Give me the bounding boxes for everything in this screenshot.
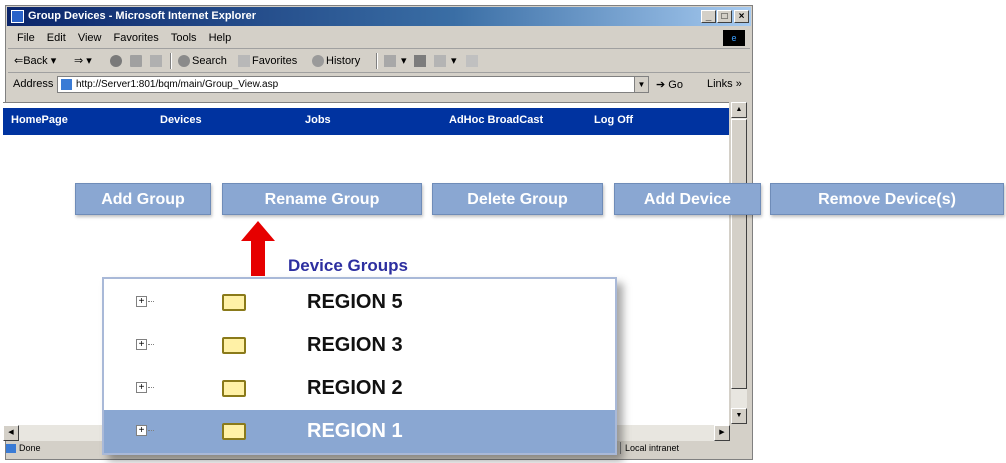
window-title: Group Devices - Microsoft Internet Explo…	[28, 10, 256, 22]
favorites-icon	[238, 55, 250, 68]
menu-bar: File Edit View Favorites Tools Help e	[8, 28, 750, 49]
history-icon	[312, 55, 324, 68]
history-button[interactable]: History	[312, 53, 360, 69]
back-button[interactable]: ⇐Back ▾	[14, 53, 56, 69]
minimize-button[interactable]: _	[701, 10, 716, 23]
add-group-button[interactable]: Add Group	[75, 183, 211, 215]
print-button[interactable]	[414, 53, 428, 69]
refresh-button[interactable]	[130, 53, 144, 69]
nav-jobs[interactable]: Jobs	[305, 114, 331, 126]
address-url: http://Server1:801/bqm/main/Group_View.a…	[76, 79, 279, 90]
scroll-up-icon[interactable]: ▲	[731, 102, 747, 118]
menu-favorites[interactable]: Favorites	[114, 28, 159, 48]
folder-icon	[222, 423, 246, 440]
menu-edit[interactable]: Edit	[47, 28, 66, 48]
tree-item-label: REGION 3	[307, 334, 403, 356]
back-arrow-icon: ⇐	[14, 55, 24, 67]
menu-file[interactable]: File	[17, 28, 35, 48]
delete-group-button[interactable]: Delete Group	[432, 183, 603, 215]
tree-connector	[148, 430, 154, 431]
home-icon	[150, 55, 162, 68]
scroll-left-icon[interactable]: ◀	[3, 425, 19, 441]
menu-view[interactable]: View	[78, 28, 102, 48]
address-label: Address	[13, 78, 54, 90]
search-icon	[178, 55, 190, 68]
refresh-icon	[130, 55, 142, 68]
tree-item[interactable]: + REGION 5	[104, 281, 615, 324]
forward-arrow-icon: ⇒	[74, 55, 84, 67]
menu-help[interactable]: Help	[209, 28, 232, 48]
mail-icon	[384, 55, 396, 68]
red-arrow-shaft	[251, 240, 265, 276]
go-arrow-icon: ➔	[656, 79, 666, 91]
title-bar: Group Devices - Microsoft Internet Explo…	[7, 7, 751, 26]
scroll-down-icon[interactable]: ▼	[731, 408, 747, 424]
search-button[interactable]: Search	[178, 53, 227, 69]
tree-item[interactable]: + REGION 3	[104, 324, 615, 367]
page-icon	[61, 79, 72, 90]
tree-item-label: REGION 2	[307, 377, 403, 399]
add-device-button[interactable]: Add Device	[614, 183, 761, 215]
discuss-icon	[466, 55, 478, 68]
security-zone: Local intranet	[620, 442, 679, 454]
vertical-scroll-thumb[interactable]	[731, 119, 747, 389]
folder-icon	[222, 380, 246, 397]
links-button[interactable]: Links »	[707, 78, 742, 90]
standard-toolbar: ⇐Back ▾ ⇒ ▾ Search Favorites History ▾ ▾	[8, 50, 750, 73]
toolbar-separator	[376, 53, 378, 69]
nav-log-off[interactable]: Log Off	[594, 114, 633, 126]
menu-tools[interactable]: Tools	[171, 28, 197, 48]
expand-plus-icon[interactable]: +	[136, 296, 147, 307]
ie-throbber-icon: e	[723, 30, 745, 46]
stop-button[interactable]	[110, 53, 124, 69]
ie-app-icon	[11, 10, 24, 23]
page-status-icon	[6, 444, 16, 454]
vertical-scrollbar[interactable]: ▲ ▼	[731, 102, 747, 424]
home-button[interactable]	[150, 53, 164, 69]
forward-button[interactable]: ⇒ ▾	[74, 53, 92, 69]
discuss-button[interactable]	[466, 53, 480, 69]
print-icon	[414, 55, 426, 68]
nav-adhoc-broadcast[interactable]: AdHoc BroadCast	[449, 114, 543, 126]
folder-icon	[222, 337, 246, 354]
tree-item-selected[interactable]: + REGION 1	[104, 410, 615, 453]
edit-icon	[434, 55, 446, 68]
site-nav-bar: HomePage Devices Jobs AdHoc BroadCast Lo…	[3, 108, 729, 135]
address-bar: Address http://Server1:801/bqm/main/Grou…	[8, 74, 750, 96]
stop-icon	[110, 55, 122, 68]
scroll-right-icon[interactable]: ▶	[714, 425, 730, 441]
tree-connector	[148, 387, 154, 388]
nav-devices[interactable]: Devices	[160, 114, 202, 126]
expand-plus-icon[interactable]: +	[136, 339, 147, 350]
device-groups-title: Device Groups	[288, 256, 408, 275]
red-arrow-icon	[241, 221, 275, 241]
maximize-button[interactable]: □	[717, 10, 732, 23]
close-button[interactable]: ×	[734, 10, 749, 23]
edit-button[interactable]: ▾	[434, 53, 457, 69]
status-text: Done	[19, 443, 41, 453]
tree-item-label: REGION 5	[307, 291, 403, 313]
remove-devices-button[interactable]: Remove Device(s)	[770, 183, 1004, 215]
tree-connector	[148, 344, 154, 345]
device-groups-tree: + REGION 5 + REGION 3 + REGION 2 + REGIO…	[102, 277, 617, 455]
address-dropdown-icon[interactable]: ▼	[634, 77, 648, 92]
favorites-button[interactable]: Favorites	[238, 53, 297, 69]
tree-connector	[148, 301, 154, 302]
rename-group-button[interactable]: Rename Group	[222, 183, 422, 215]
go-button[interactable]: ➔ Go	[656, 78, 683, 91]
toolbar-separator	[170, 53, 172, 69]
expand-plus-icon[interactable]: +	[136, 425, 147, 436]
nav-homepage[interactable]: HomePage	[11, 114, 68, 126]
tree-item[interactable]: + REGION 2	[104, 367, 615, 410]
address-input[interactable]: http://Server1:801/bqm/main/Group_View.a…	[57, 76, 649, 93]
folder-icon	[222, 294, 246, 311]
mail-button[interactable]: ▾	[384, 53, 407, 69]
tree-item-label: REGION 1	[307, 420, 403, 442]
expand-plus-icon[interactable]: +	[136, 382, 147, 393]
